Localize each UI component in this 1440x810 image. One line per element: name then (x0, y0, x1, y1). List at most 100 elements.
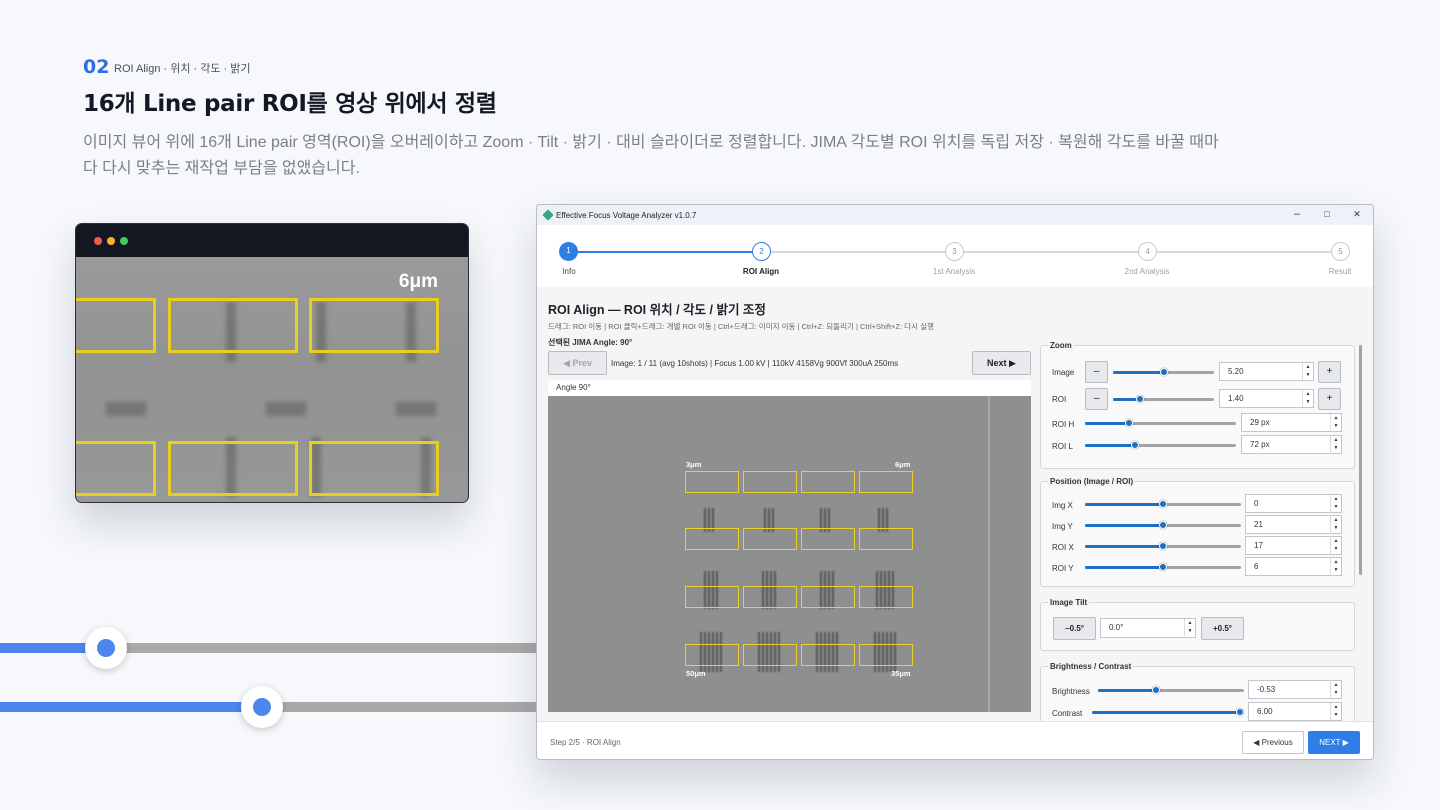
roi-h-label: ROI H (1052, 420, 1075, 429)
brightness-group-title: Brightness / Contrast (1048, 662, 1134, 671)
next-button[interactable]: NEXT ▶ (1308, 731, 1360, 754)
maximize-dot-icon (120, 237, 128, 245)
brightness-spinbox[interactable]: -0.53 ▲ ▼ (1248, 680, 1342, 699)
roi-box[interactable] (801, 471, 855, 493)
zoom-image-plus-button[interactable]: + (1318, 361, 1341, 383)
position-group-title: Position (Image / ROI) (1048, 477, 1136, 486)
roi-y-slider[interactable] (1085, 563, 1241, 571)
minimize-button[interactable]: – (1289, 208, 1305, 220)
zoom-image-slider[interactable] (1113, 368, 1214, 376)
brightness-label: Brightness (1052, 687, 1090, 696)
img-x-slider[interactable] (1085, 500, 1241, 508)
preview-roi (168, 298, 298, 353)
angle-tab[interactable]: Angle 90° (548, 380, 1031, 396)
roi-box[interactable] (859, 586, 913, 608)
zoom-image-minus-button[interactable]: – (1085, 361, 1108, 383)
step-label-3: 1st Analysis (932, 267, 976, 276)
zoom-roi-plus-button[interactable]: + (1318, 388, 1341, 410)
roi-box[interactable] (801, 644, 855, 666)
roi-box[interactable] (801, 586, 855, 608)
img-y-label: Img Y (1052, 522, 1073, 531)
tilt-plus-button[interactable]: +0.5° (1201, 617, 1244, 640)
roi-y-spinbox[interactable]: 6 ▲ ▼ (1245, 557, 1342, 576)
preview-roi (168, 441, 298, 496)
window-titlebar: Effective Focus Voltage Analyzer v1.0.7 … (537, 205, 1373, 225)
contrast-label: Contrast (1052, 709, 1083, 718)
zoom-preview-card: 6μm (75, 223, 469, 503)
roi-box[interactable] (685, 528, 739, 550)
maximize-button[interactable]: □ (1319, 209, 1335, 219)
image-viewer[interactable]: 3μm 6μm 50μm 35μm (548, 396, 1031, 712)
zoom-roi-minus-button[interactable]: – (1085, 388, 1108, 410)
roi-box[interactable] (685, 586, 739, 608)
roi-box[interactable] (801, 528, 855, 550)
spin-arrows-icon[interactable]: ▲ ▼ (1302, 363, 1313, 380)
zoom-image-spinbox[interactable]: 5.20 ▲ ▼ (1219, 362, 1314, 381)
deco-slider-track (0, 702, 262, 712)
contrast-spinbox[interactable]: 6.00 ▲ ▼ (1248, 702, 1342, 721)
next-image-button[interactable]: Next ▶ (972, 351, 1031, 375)
stepper-line-done (577, 251, 761, 253)
roi-l-slider[interactable] (1085, 441, 1236, 449)
spin-arrows-icon[interactable]: ▲ ▼ (1330, 558, 1341, 575)
roi-label-bottom-left: 50μm (686, 669, 706, 678)
roi-box[interactable] (859, 528, 913, 550)
spin-arrows-icon[interactable]: ▲ ▼ (1330, 537, 1341, 554)
page-title: 16개 Line pair ROI를 영상 위에서 정렬 (83, 91, 497, 117)
roi-box[interactable] (743, 471, 797, 493)
roi-x-spinbox[interactable]: 17 ▲ ▼ (1245, 536, 1342, 555)
roi-box[interactable] (743, 586, 797, 608)
img-x-spinbox[interactable]: 0 ▲ ▼ (1245, 494, 1342, 513)
step-label-4: 2nd Analysis (1124, 267, 1170, 276)
section-number: 02 (83, 56, 110, 78)
step-label-1: Info (562, 267, 576, 276)
step-circle-4[interactable]: 4 (1138, 242, 1157, 261)
roi-box[interactable] (685, 471, 739, 493)
previous-button[interactable]: ◀ Previous (1242, 731, 1304, 754)
roi-h-slider[interactable] (1085, 419, 1236, 427)
close-button[interactable]: ✕ (1349, 209, 1365, 220)
zoom-roi-slider[interactable] (1113, 395, 1214, 403)
roi-h-spinbox[interactable]: 29 px ▲ ▼ (1241, 413, 1342, 432)
roi-box[interactable] (859, 471, 913, 493)
prev-image-button[interactable]: ◀ Prev (548, 351, 607, 375)
footer-step-text: Step 2/5 · ROI Align (550, 738, 621, 747)
tilt-minus-button[interactable]: −0.5° (1053, 617, 1096, 640)
zoom-roi-spinbox[interactable]: 1.40 ▲ ▼ (1219, 389, 1314, 408)
spin-arrows-icon[interactable]: ▲ ▼ (1330, 516, 1341, 533)
zoom-group-title: Zoom (1048, 341, 1074, 350)
preview-titlebar (76, 224, 468, 257)
img-y-spinbox[interactable]: 21 ▲ ▼ (1245, 515, 1342, 534)
roi-x-slider[interactable] (1085, 542, 1241, 550)
img-y-slider[interactable] (1085, 521, 1241, 529)
step-circle-2[interactable]: 2 (752, 242, 771, 261)
step-label-5: Result (1328, 267, 1352, 276)
roi-l-spinbox[interactable]: 72 px ▲ ▼ (1241, 435, 1342, 454)
roi-box[interactable] (859, 644, 913, 666)
minimize-dot-icon (107, 237, 115, 245)
roi-box[interactable] (743, 528, 797, 550)
roi-box[interactable] (685, 644, 739, 666)
main-content: ROI Align — ROI 위치 / 각도 / 밝기 조정 드래그: ROI… (537, 287, 1373, 726)
spin-arrows-icon[interactable]: ▲ ▼ (1330, 436, 1341, 453)
spin-arrows-icon[interactable]: ▲ ▼ (1330, 414, 1341, 431)
spin-arrows-icon[interactable]: ▲ ▼ (1184, 619, 1195, 636)
roi-box[interactable] (743, 644, 797, 666)
deco-slider-track (262, 702, 538, 712)
step-circle-5[interactable]: 5 (1331, 242, 1350, 261)
selected-angle-label: 선택된 JIMA Angle: 90° (548, 338, 633, 347)
spin-arrows-icon[interactable]: ▲ ▼ (1330, 703, 1341, 720)
panel-scrollbar[interactable] (1359, 345, 1362, 575)
wizard-footer: Step 2/5 · ROI Align ◀ Previous NEXT ▶ (537, 721, 1373, 759)
step-circle-1[interactable]: 1 (559, 242, 578, 261)
contrast-slider[interactable] (1092, 708, 1244, 716)
brightness-slider[interactable] (1098, 686, 1244, 694)
step-circle-3[interactable]: 3 (945, 242, 964, 261)
spin-arrows-icon[interactable]: ▲ ▼ (1302, 390, 1313, 407)
deco-slider-knob (241, 686, 283, 728)
spin-arrows-icon[interactable]: ▲ ▼ (1330, 495, 1341, 512)
window-title: Effective Focus Voltage Analyzer v1.0.7 (556, 211, 697, 220)
tilt-spinbox[interactable]: 0.0° ▲ ▼ (1100, 618, 1196, 638)
shortcut-hint: 드래그: ROI 이동 | ROI 클릭+드래그: 개별 ROI 이동 | Ct… (548, 322, 934, 331)
spin-arrows-icon[interactable]: ▲ ▼ (1330, 681, 1341, 698)
